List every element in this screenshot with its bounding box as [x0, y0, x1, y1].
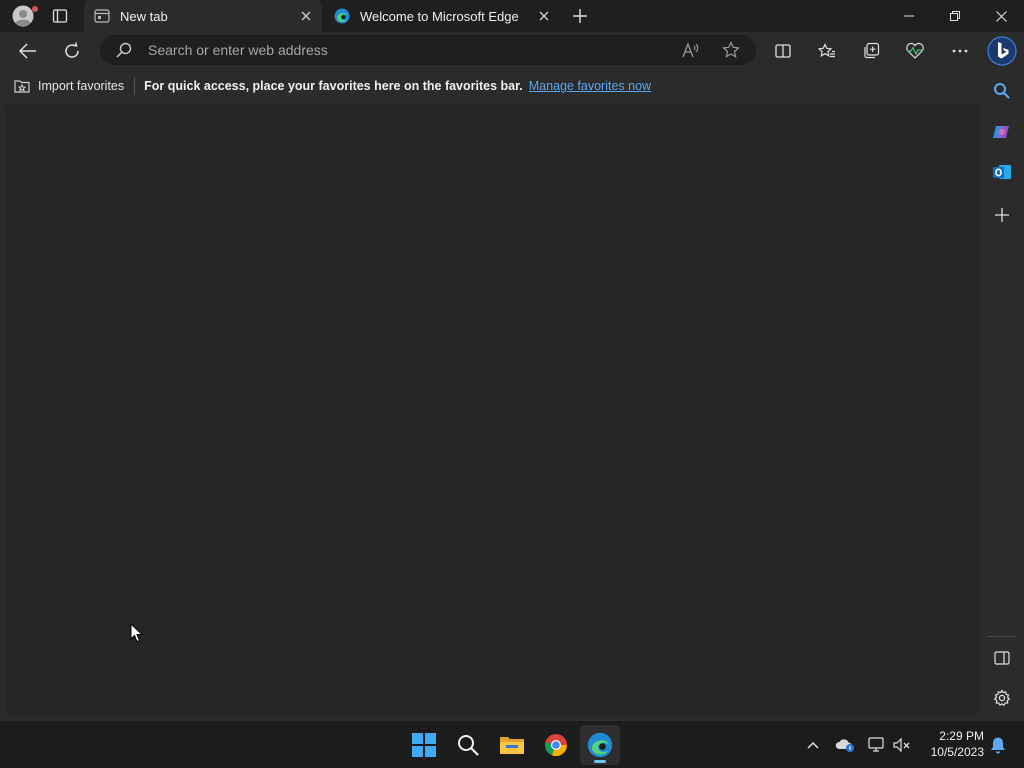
import-favorites-button[interactable]: Import favorites [13, 74, 124, 98]
sidebar-divider [988, 636, 1016, 637]
close-tab-icon[interactable] [298, 8, 314, 24]
taskbar: 2:29 PM 10/5/2023 [0, 720, 1024, 768]
tab-actions-icon [52, 8, 68, 24]
edge-icon [587, 732, 613, 758]
restore-button[interactable] [932, 0, 978, 32]
back-icon [19, 43, 37, 59]
tab-title: New tab [120, 8, 168, 24]
tab-title: Welcome to Microsoft Edge [360, 8, 519, 24]
browser-essentials-icon [905, 42, 925, 60]
copilot-icon [992, 122, 1012, 142]
search-icon [457, 734, 479, 756]
sidebar-settings-button[interactable] [987, 683, 1017, 713]
onedrive-tray-button[interactable] [833, 733, 857, 757]
network-icon [868, 737, 886, 753]
title-bar: New tab Welcome to Microsoft Edge [0, 0, 1024, 32]
mouse-cursor-icon [130, 623, 144, 643]
active-app-indicator [594, 760, 606, 763]
edge-sidebar [980, 70, 1024, 720]
profile-badge-icon [32, 6, 38, 12]
read-aloud-icon[interactable] [678, 38, 704, 62]
show-hidden-icons-button[interactable] [801, 733, 825, 757]
hide-sidebar-icon [994, 651, 1010, 665]
system-clock[interactable]: 2:29 PM 10/5/2023 [918, 728, 984, 760]
volume-muted-icon [893, 737, 911, 753]
profile-button[interactable] [6, 0, 40, 32]
import-favorites-label: Import favorites [38, 79, 125, 93]
navigation-toolbar [0, 32, 980, 70]
back-button[interactable] [13, 37, 43, 65]
notifications-button[interactable] [986, 733, 1010, 757]
more-button[interactable] [945, 37, 975, 65]
chevron-up-icon [807, 741, 819, 749]
browser-essentials-button[interactable] [900, 37, 930, 65]
edge-taskbar-button[interactable] [580, 725, 620, 765]
favorites-icon [818, 43, 836, 59]
tab-new-tab[interactable]: New tab [84, 0, 322, 32]
onedrive-icon [835, 737, 855, 753]
clock-time: 2:29 PM [939, 729, 984, 743]
add-favorite-icon[interactable] [718, 38, 744, 62]
sidebar-add-button[interactable] [987, 200, 1017, 230]
settings-icon [993, 689, 1011, 707]
search-icon [993, 82, 1011, 100]
avatar-icon [12, 5, 34, 27]
windows-start-icon [412, 733, 436, 757]
add-icon [995, 208, 1009, 222]
favorites-divider [134, 77, 136, 95]
sidebar-outlook-button[interactable] [987, 157, 1017, 187]
restore-icon [950, 11, 960, 21]
refresh-icon [63, 42, 81, 60]
file-explorer-button[interactable] [492, 725, 532, 765]
refresh-button[interactable] [57, 37, 87, 65]
minimize-icon [904, 11, 914, 21]
split-screen-icon [775, 43, 791, 59]
new-tab-page-icon [94, 8, 110, 24]
file-explorer-icon [499, 734, 525, 756]
minimize-button[interactable] [886, 0, 932, 32]
tab-welcome-edge[interactable]: Welcome to Microsoft Edge [324, 0, 560, 32]
chrome-button[interactable] [536, 725, 576, 765]
volume-tray-button[interactable] [890, 733, 914, 757]
page-content[interactable] [5, 104, 980, 716]
chrome-icon [544, 733, 568, 757]
import-favorites-icon [13, 78, 31, 94]
more-icon [952, 49, 968, 53]
bing-copilot-icon [987, 36, 1017, 66]
hide-sidebar-button[interactable] [987, 643, 1017, 673]
new-tab-button[interactable] [566, 0, 594, 32]
tab-actions-button[interactable] [44, 0, 76, 32]
outlook-icon [992, 162, 1012, 182]
close-window-button[interactable] [978, 0, 1024, 32]
close-icon [995, 10, 1007, 22]
favorites-button[interactable] [812, 37, 842, 65]
network-tray-button[interactable] [865, 733, 889, 757]
taskbar-search-button[interactable] [448, 725, 488, 765]
start-button[interactable] [404, 725, 444, 765]
collections-icon [862, 42, 880, 60]
address-input[interactable] [148, 35, 668, 65]
collections-button[interactable] [856, 37, 886, 65]
sidebar-search-button[interactable] [987, 76, 1017, 106]
content-frame [0, 102, 980, 720]
sidebar-copilot-button[interactable] [987, 117, 1017, 147]
favorites-bar-message: For quick access, place your favorites h… [144, 79, 523, 93]
plus-icon [573, 9, 587, 23]
clock-date: 10/5/2023 [930, 745, 984, 759]
edge-icon [334, 8, 350, 24]
split-screen-button[interactable] [768, 37, 798, 65]
manage-favorites-link[interactable]: Manage favorites now [529, 79, 651, 93]
close-tab-icon[interactable] [536, 8, 552, 24]
notification-bell-icon [990, 736, 1006, 754]
favorites-bar: Import favorites For quick access, place… [0, 70, 980, 102]
bing-copilot-button[interactable] [980, 32, 1024, 70]
address-bar[interactable] [100, 35, 756, 65]
search-icon [116, 42, 132, 58]
